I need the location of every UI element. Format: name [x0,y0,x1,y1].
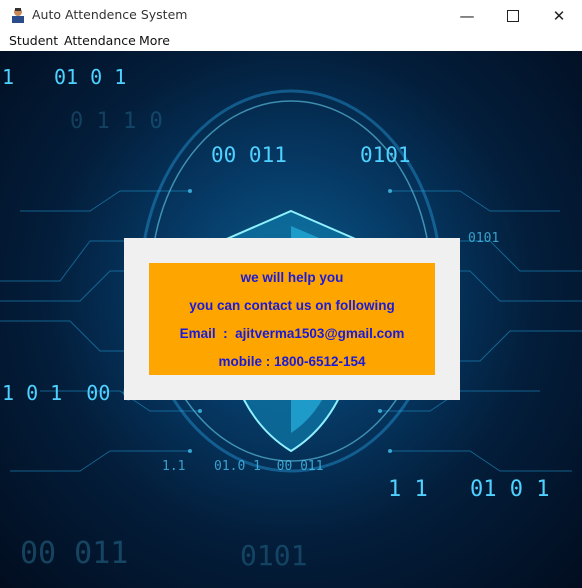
minimize-icon: — [459,6,475,25]
help-text: we will help you [240,270,344,285]
maximize-icon [507,9,519,22]
email-text: Email : ajitverma1503@gmail.com [179,326,405,341]
binary-text: 01 0 1 [54,65,127,89]
mobile-text: mobile : 1800-6512-154 [218,354,366,369]
contact-panel: we will help you you can contact us on f… [149,263,435,375]
binary-text: 1.1 [162,459,186,474]
binary-text: 00 011 [211,143,287,167]
menu-student[interactable]: Student [9,33,58,48]
binary-text: 0101 [360,143,411,167]
menu-more[interactable]: More [139,33,170,48]
menu-attendance[interactable]: Attendance [64,33,136,48]
title-bar[interactable]: Auto Attendence System — ✕ [0,0,582,31]
menu-bar: Student Attendance More [0,31,582,51]
binary-text: 00 011 [20,536,129,571]
binary-text: 0101 [240,539,308,572]
close-icon: ✕ [552,6,566,25]
window-title: Auto Attendence System [32,7,188,22]
close-button[interactable]: ✕ [536,0,582,31]
binary-text: 01 0 1 [470,477,550,502]
binary-text: 0101 [468,231,500,246]
minimize-button[interactable]: — [444,0,490,31]
contact-text: you can contact us on following [189,298,395,313]
binary-text: 1 0 1 00 0 [2,381,135,405]
binary-text: 0 1 1 0 [70,109,163,134]
maximize-button[interactable] [490,0,536,31]
app-icon [12,8,24,23]
binary-text: 1 1 [388,477,428,502]
binary-text: 1 [2,65,15,89]
binary-text: 01.0 1 00 011 [214,459,324,474]
